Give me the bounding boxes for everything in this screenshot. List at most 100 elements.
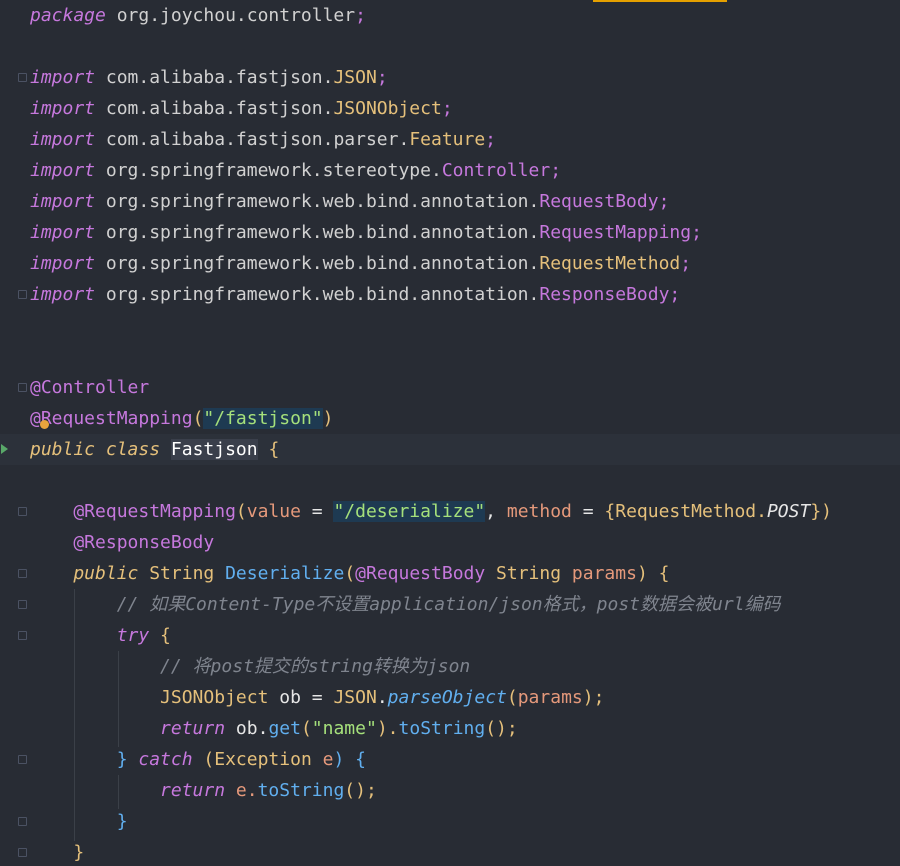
code-token: toString — [257, 780, 345, 801]
code-line[interactable]: } catch (Exception e) { — [30, 744, 366, 775]
fold-icon[interactable] — [18, 569, 27, 578]
code-token: ) { — [636, 563, 670, 584]
code-token: "/deserialize" — [333, 501, 486, 522]
code-token: ; — [691, 222, 702, 243]
code-line[interactable]: public class Fastjson { — [30, 434, 279, 465]
code-token: e — [311, 749, 334, 770]
code-token: ( — [300, 718, 312, 739]
code-token: @RequestBody — [355, 563, 486, 584]
fold-icon[interactable] — [18, 600, 27, 609]
code-token: POST — [766, 501, 811, 522]
fold-icon[interactable] — [18, 755, 27, 764]
code-line[interactable]: return ob.get("name").toString(); — [30, 713, 518, 744]
code-token: catch — [138, 749, 193, 770]
code-token: ( — [506, 687, 518, 708]
code-token: ; — [441, 98, 453, 119]
code-token: JSONObject — [333, 98, 442, 119]
code-line[interactable]: import com.alibaba.fastjson.JSONObject; — [30, 93, 453, 124]
code-line[interactable]: @RequestMapping(value = "/deserialize", … — [30, 496, 832, 527]
code-line[interactable]: public String Deserialize(@RequestBody S… — [30, 558, 669, 589]
code-token: } — [30, 811, 128, 832]
code-token: package — [30, 5, 106, 26]
code-line[interactable]: // 将post提交的string转换为json — [30, 651, 470, 682]
code-token: import — [30, 253, 96, 274]
fold-icon[interactable] — [18, 507, 27, 516]
lightbulb-icon[interactable] — [40, 420, 49, 429]
code-token: org.springframework.web.bind.annotation. — [95, 222, 540, 243]
code-token: @RequestMapping — [30, 501, 236, 522]
code-token: ; — [680, 253, 692, 274]
code-line[interactable]: @RequestMapping("/fastjson") — [30, 403, 333, 434]
code-token: return — [30, 718, 226, 739]
fold-icon[interactable] — [18, 848, 27, 857]
fold-icon[interactable] — [18, 73, 27, 82]
code-token: "name" — [311, 718, 377, 739]
code-line[interactable]: } — [30, 806, 128, 837]
code-token: String — [149, 563, 215, 584]
code-token: = — [300, 501, 334, 522]
code-token: JSON — [333, 67, 377, 88]
code-line[interactable]: import org.springframework.stereotype.Co… — [30, 155, 561, 186]
code-token: org.springframework.web.bind.annotation. — [95, 191, 540, 212]
code-token: toString — [398, 718, 486, 739]
code-token: ; — [550, 160, 562, 181]
code-line[interactable]: import org.springframework.web.bind.anno… — [30, 248, 691, 279]
code-line[interactable]: import com.alibaba.fastjson.JSON; — [30, 62, 388, 93]
code-token: org.joychou.controller — [105, 5, 356, 26]
code-token: ( — [192, 749, 215, 770]
code-editor[interactable]: package org.joychou.controller; import co… — [0, 0, 900, 866]
fold-icon[interactable] — [18, 383, 27, 392]
code-line[interactable]: import org.springframework.web.bind.anno… — [30, 186, 669, 217]
code-line[interactable]: import org.springframework.web.bind.anno… — [30, 217, 702, 248]
code-token: ResponseBody — [539, 284, 670, 305]
code-token: value — [246, 501, 301, 522]
code-token: Deserialize — [225, 563, 345, 584]
code-token: String — [496, 563, 562, 584]
code-token: e. — [225, 780, 258, 801]
code-line[interactable]: JSONObject ob = JSON.parseObject(params)… — [30, 682, 604, 713]
code-token: Feature — [409, 129, 486, 150]
search-match-marker — [593, 0, 727, 2]
fold-icon[interactable] — [18, 631, 27, 640]
code-line[interactable]: // 如果Content-Type不设置application/json格式，p… — [30, 589, 781, 620]
code-token: }) — [810, 501, 833, 522]
code-token: ; — [355, 5, 366, 26]
code-token: try — [30, 625, 150, 646]
run-gutter-icon[interactable] — [1, 444, 8, 454]
fold-icon[interactable] — [18, 290, 27, 299]
code-token: = — [571, 501, 605, 522]
code-token: com.alibaba.fastjson. — [95, 98, 334, 119]
code-line[interactable]: } — [30, 837, 84, 866]
code-token: ob = — [268, 687, 334, 708]
code-line[interactable]: package org.joychou.controller; — [30, 0, 366, 31]
fold-icon[interactable] — [18, 817, 27, 826]
code-token: org.springframework.web.bind.annotation. — [95, 284, 540, 305]
code-token: import — [30, 191, 96, 212]
code-token: ob. — [225, 718, 269, 739]
code-token: ; — [658, 191, 670, 212]
code-token: ; — [376, 67, 388, 88]
code-token: import — [30, 129, 96, 150]
code-token: method — [506, 501, 572, 522]
code-token: ; — [669, 284, 681, 305]
code-token: } — [30, 749, 139, 770]
code-token: ( — [235, 501, 247, 522]
code-token: org.springframework.stereotype. — [95, 160, 442, 181]
code-token: @RequestMapping — [30, 408, 193, 429]
code-line[interactable]: try { — [30, 620, 171, 651]
code-token: JSONObject — [30, 687, 269, 708]
code-token: ( — [192, 408, 204, 429]
code-token: import — [30, 222, 96, 243]
code-token: , — [485, 501, 507, 522]
code-line[interactable]: @Controller — [30, 372, 149, 403]
code-line[interactable]: @ResponseBody — [30, 527, 214, 558]
code-token: com.alibaba.fastjson.parser. — [95, 129, 410, 150]
code-token: RequestMapping — [539, 222, 692, 243]
code-line[interactable]: return e.toString(); — [30, 775, 377, 806]
code-line[interactable]: import com.alibaba.fastjson.parser.Featu… — [30, 124, 496, 155]
editor-gutter[interactable] — [0, 0, 30, 866]
code-line[interactable]: import org.springframework.web.bind.anno… — [30, 279, 680, 310]
code-token: ( — [344, 563, 356, 584]
